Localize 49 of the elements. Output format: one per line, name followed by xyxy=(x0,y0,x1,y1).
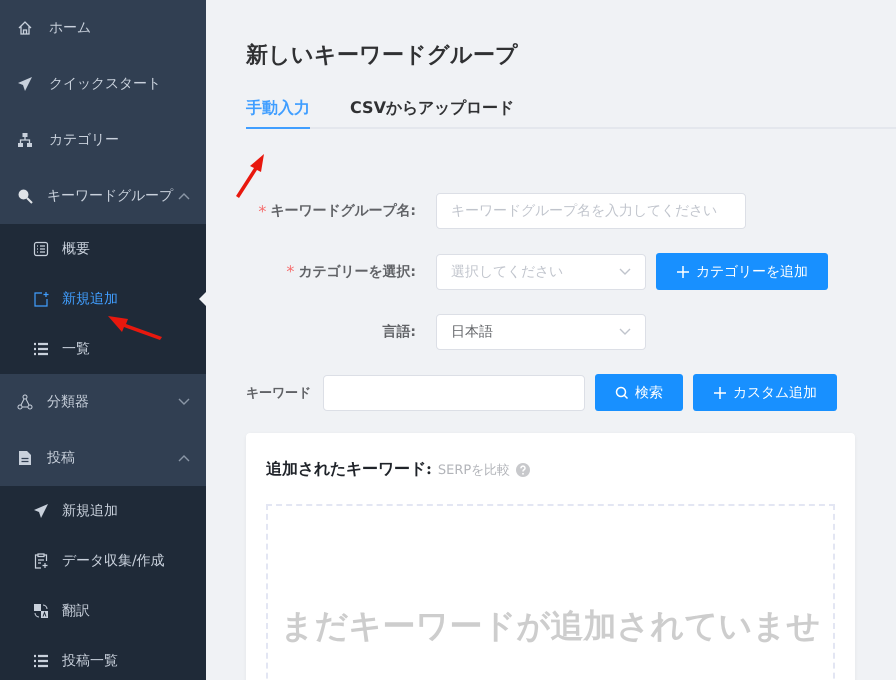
sidebar-subitem[interactable]: 新規追加 xyxy=(0,486,206,536)
chevron-down-icon xyxy=(619,328,631,336)
plus-icon xyxy=(676,264,690,278)
active-pointer-icon xyxy=(199,292,206,306)
paper-plane-icon xyxy=(33,503,49,519)
magnifier-icon xyxy=(17,188,33,204)
plus-icon xyxy=(713,386,727,400)
paper-plane-icon xyxy=(17,76,33,92)
field-label: カテゴリーを選択: xyxy=(298,262,416,280)
list-icon xyxy=(33,341,49,357)
translate-icon xyxy=(33,603,49,619)
page-title: 新しいキーワードグループ xyxy=(246,42,519,70)
required-mark: * xyxy=(286,262,294,281)
sidebar-item[interactable]: カテゴリー xyxy=(0,112,206,168)
chevron-up-icon xyxy=(178,192,190,200)
add-page-icon xyxy=(33,291,49,307)
sidebar-item[interactable]: クイックスタート xyxy=(0,56,206,112)
document-icon xyxy=(17,450,33,466)
nodes-icon xyxy=(17,394,33,410)
sidebar-subitem[interactable]: 概要 xyxy=(0,224,206,274)
help-icon[interactable] xyxy=(516,462,530,476)
annotation-arrow-icon xyxy=(234,152,266,198)
sidebar-subitem[interactable]: 翻訳 xyxy=(0,586,206,636)
sidebar-subitem[interactable]: 投稿一覧 xyxy=(0,636,206,680)
clipboard-icon xyxy=(33,553,49,569)
list-icon xyxy=(33,653,49,669)
field-label: キーワード xyxy=(246,384,311,402)
hierarchy-icon xyxy=(17,132,33,148)
search-icon xyxy=(615,386,629,400)
required-mark: * xyxy=(258,202,266,220)
sidebar-subitem[interactable]: 新規追加 xyxy=(0,274,206,324)
home-icon xyxy=(17,20,33,36)
chevron-down-icon xyxy=(619,268,631,276)
field-label: キーワードグループ名: xyxy=(270,202,416,220)
sidebar-subitem[interactable]: データ収集/作成 xyxy=(0,536,206,586)
card-title: 追加されたキーワード: xyxy=(266,459,432,480)
sidebar-group[interactable]: キーワードグループ xyxy=(0,168,206,224)
text-field[interactable]: キーワードグループ名を入力してください xyxy=(436,193,746,229)
sidebar-subitem[interactable]: 一覧 xyxy=(0,324,206,374)
sidebar-group[interactable]: 投稿 xyxy=(0,430,206,486)
list-icon xyxy=(33,241,49,257)
keyword-field[interactable] xyxy=(323,374,585,410)
chevron-up-icon xyxy=(178,454,190,462)
field-label: 言語: xyxy=(382,323,416,341)
tab[interactable]: CSVからアップロード xyxy=(350,98,514,129)
sidebar-item[interactable]: ホーム xyxy=(0,0,206,56)
select-field[interactable]: 日本語 xyxy=(436,314,646,350)
sidebar-group[interactable]: 分類器 xyxy=(0,374,206,430)
chevron-down-icon xyxy=(178,398,190,406)
